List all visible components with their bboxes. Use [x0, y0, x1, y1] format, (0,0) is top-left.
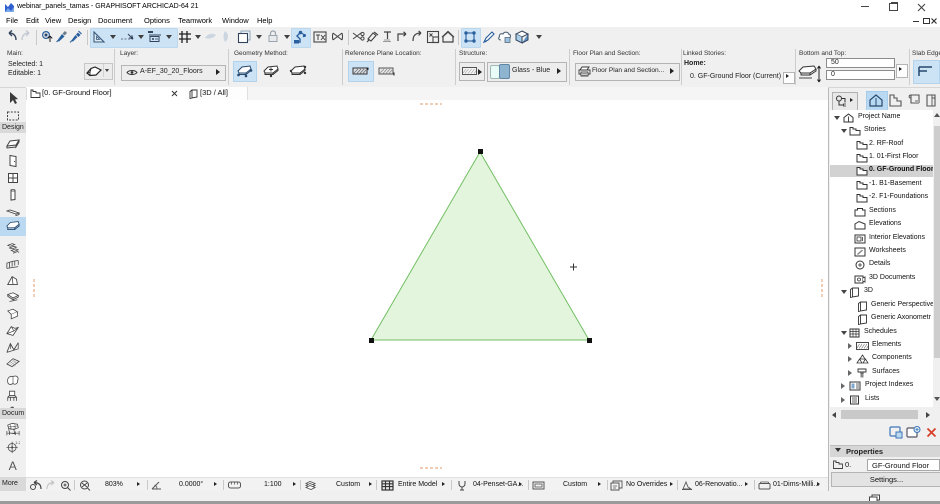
svg-text:A: A [9, 459, 18, 472]
svg-text:1.2: 1.2 [10, 426, 17, 431]
svg-text:1.2: 1.2 [15, 440, 20, 445]
